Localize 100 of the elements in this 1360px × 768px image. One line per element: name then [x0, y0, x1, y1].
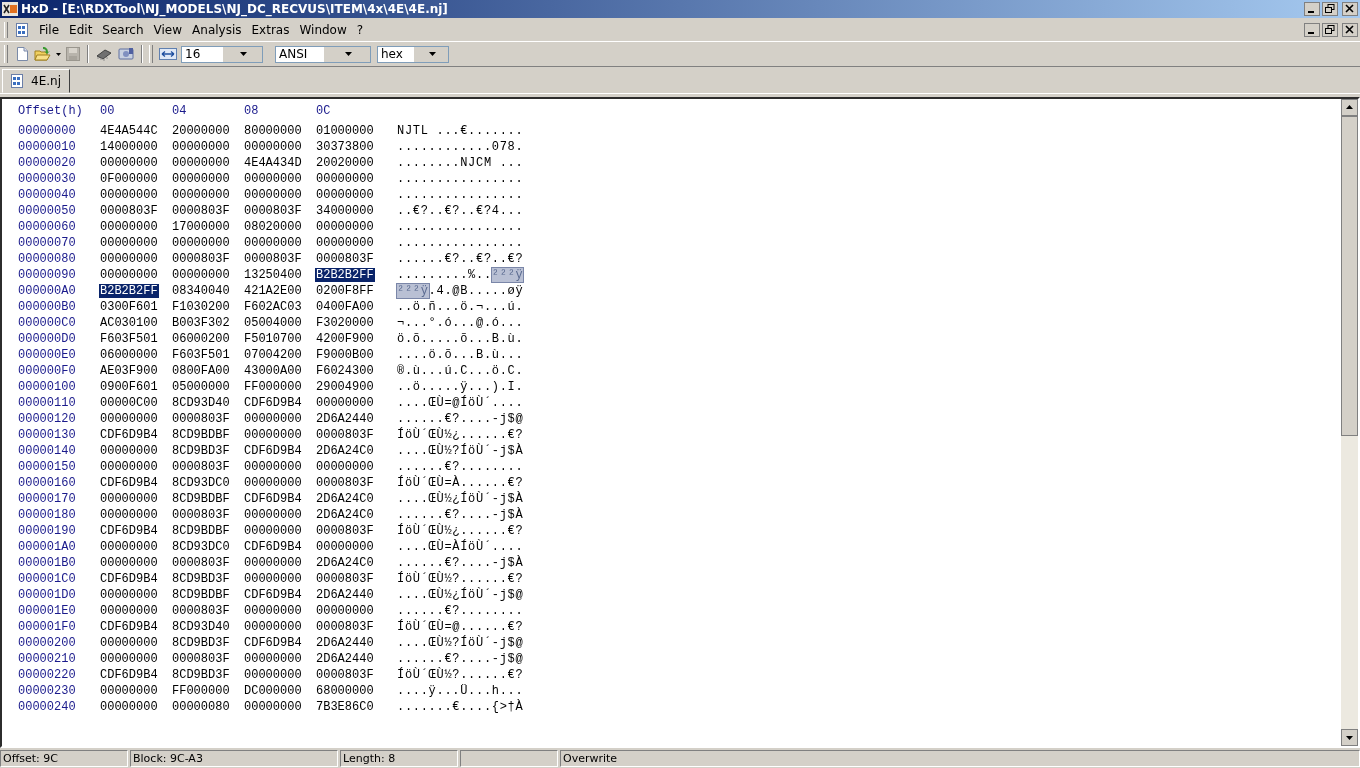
- text-bytes[interactable]: ÍöÙ´ŒÙ½¿......€?: [397, 524, 524, 538]
- hex-bytes[interactable]: CDF6D9B4: [99, 572, 159, 586]
- hex-bytes[interactable]: CDF6D9B4: [99, 428, 159, 442]
- hex-bytes[interactable]: FF000000: [171, 684, 231, 698]
- hex-bytes[interactable]: CDF6D9B4: [243, 588, 303, 602]
- hex-bytes[interactable]: 0000803F: [171, 252, 231, 266]
- hex-bytes[interactable]: 00000000: [99, 556, 159, 570]
- hex-bytes[interactable]: 14000000: [99, 140, 159, 154]
- text-bytes[interactable]: ÍöÙ´ŒÙ½¿......€?: [397, 428, 524, 442]
- text-bytes[interactable]: ÍöÙ´ŒÙ½?......€?: [397, 668, 524, 682]
- scroll-up-icon[interactable]: [1341, 99, 1358, 116]
- hex-bytes[interactable]: 0000803F: [315, 476, 375, 490]
- hex-bytes[interactable]: 8CD93DC0: [171, 476, 231, 490]
- bytes-per-row-dropdown[interactable]: 16: [181, 45, 263, 63]
- menu-item[interactable]: Edit: [64, 21, 98, 39]
- hex-bytes[interactable]: 68000000: [315, 684, 375, 698]
- text-bytes[interactable]: ..ö.....ÿ...).I.: [397, 380, 524, 394]
- disk-drive-icon[interactable]: [117, 46, 135, 62]
- text-bytes[interactable]: ....ŒÙ½¿ÍöÙ´-j$À: [397, 492, 524, 506]
- menu-item[interactable]: View: [148, 21, 188, 39]
- hex-bytes[interactable]: 00000000: [99, 652, 159, 666]
- hex-bytes[interactable]: CDF6D9B4: [99, 668, 159, 682]
- hex-bytes[interactable]: 7B3E86C0: [315, 700, 375, 714]
- hex-bytes[interactable]: 00000000: [171, 140, 231, 154]
- hex-bytes[interactable]: 00000000: [243, 700, 303, 714]
- hex-bytes[interactable]: 0000803F: [171, 460, 231, 474]
- hex-bytes[interactable]: 8CD9BDBF: [171, 524, 231, 538]
- hex-bytes[interactable]: 00000000: [99, 636, 159, 650]
- hex-bytes[interactable]: F3020000: [315, 316, 375, 330]
- text-bytes[interactable]: ....ŒÙ½¿ÍöÙ´-j$@: [397, 588, 524, 602]
- hex-bytes[interactable]: 00000000: [171, 172, 231, 186]
- hex-bytes[interactable]: B003F302: [171, 316, 231, 330]
- hex-bytes[interactable]: 00000000: [99, 588, 159, 602]
- text-bytes[interactable]: ......€?....-j$@: [397, 412, 524, 426]
- text-bytes[interactable]: .4.@B.....øÿ: [428, 284, 524, 298]
- hex-bytes[interactable]: 00000000: [315, 396, 375, 410]
- hex-bytes[interactable]: 29004900: [315, 380, 375, 394]
- hex-bytes[interactable]: B2B2B2FF: [99, 284, 159, 298]
- hex-bytes[interactable]: CDF6D9B4: [243, 636, 303, 650]
- hex-bytes[interactable]: 8CD93D40: [171, 396, 231, 410]
- hex-bytes[interactable]: 00000000: [243, 508, 303, 522]
- hex-bytes[interactable]: 05000000: [171, 380, 231, 394]
- text-bytes[interactable]: ........NJCM ...: [397, 156, 524, 170]
- restore-icon[interactable]: [1322, 23, 1338, 37]
- hex-bytes[interactable]: 4200F900: [315, 332, 375, 346]
- text-bytes[interactable]: ..ö.ñ...ö.¬...ú.: [397, 300, 524, 314]
- hex-bytes[interactable]: 00000000: [243, 188, 303, 202]
- hex-bytes[interactable]: 43000A00: [243, 364, 303, 378]
- hex-bytes[interactable]: 00000000: [243, 620, 303, 634]
- hex-bytes[interactable]: 0000803F: [171, 412, 231, 426]
- hex-bytes[interactable]: 00000000: [99, 188, 159, 202]
- scrollbar-thumb[interactable]: [1341, 116, 1358, 436]
- hex-bytes[interactable]: 00000000: [99, 492, 159, 506]
- text-bytes[interactable]: ............078.: [397, 140, 524, 154]
- text-bytes[interactable]: ................: [397, 236, 524, 250]
- text-bytes[interactable]: ÍöÙ´ŒÙ=@......€?: [397, 620, 524, 634]
- hex-bytes[interactable]: 8CD93DC0: [171, 540, 231, 554]
- hex-bytes[interactable]: 8CD9BD3F: [171, 636, 231, 650]
- hex-bytes[interactable]: 0000803F: [315, 428, 375, 442]
- hex-bytes[interactable]: 0000803F: [315, 572, 375, 586]
- text-bytes[interactable]: ÍöÙ´ŒÙ=À......€?: [397, 476, 524, 490]
- hex-bytes[interactable]: AE03F900: [99, 364, 159, 378]
- hex-bytes[interactable]: 00000000: [171, 156, 231, 170]
- menu-item[interactable]: Extras: [246, 21, 295, 39]
- hex-bytes[interactable]: 00000000: [171, 236, 231, 250]
- hex-bytes[interactable]: F602AC03: [243, 300, 303, 314]
- hex-bytes[interactable]: 0900F601: [99, 380, 159, 394]
- hex-bytes[interactable]: 8CD9BDBF: [171, 588, 231, 602]
- text-bytes[interactable]: ................: [397, 188, 524, 202]
- text-bytes[interactable]: ..€?..€?..€?4...: [397, 204, 524, 218]
- hex-bytes[interactable]: 8CD9BD3F: [171, 572, 231, 586]
- hex-bytes[interactable]: 00000C00: [99, 396, 159, 410]
- hex-bytes[interactable]: 4E4A434D: [243, 156, 303, 170]
- hex-bytes[interactable]: 08340040: [171, 284, 231, 298]
- hex-bytes[interactable]: 00000000: [243, 428, 303, 442]
- text-bytes[interactable]: ®.ù...ú.C...ö.C.: [397, 364, 524, 378]
- file-tab[interactable]: 4E.nj: [2, 69, 70, 93]
- menu-item[interactable]: ?: [351, 21, 369, 39]
- hex-bytes[interactable]: 00000000: [243, 476, 303, 490]
- caret-icon[interactable]: [56, 52, 61, 56]
- hex-bytes[interactable]: F1030200: [171, 300, 231, 314]
- hex-bytes[interactable]: 2D6A24C0: [315, 444, 375, 458]
- hex-bytes[interactable]: 8CD9BD3F: [171, 444, 231, 458]
- hex-bytes[interactable]: 0000803F: [171, 652, 231, 666]
- hex-bytes[interactable]: 00000000: [99, 156, 159, 170]
- hex-bytes[interactable]: 00000000: [243, 236, 303, 250]
- hex-bytes[interactable]: 0000803F: [315, 668, 375, 682]
- text-bytes[interactable]: ......€?....-j$À: [397, 556, 524, 570]
- hex-bytes[interactable]: F6024300: [315, 364, 375, 378]
- hex-bytes[interactable]: 00000000: [99, 700, 159, 714]
- hex-bytes[interactable]: 0000803F: [171, 604, 231, 618]
- charset-dropdown[interactable]: ANSI: [275, 45, 371, 63]
- hex-bytes[interactable]: 00000000: [99, 604, 159, 618]
- hex-bytes[interactable]: 05004000: [243, 316, 303, 330]
- restore-icon[interactable]: [1322, 2, 1338, 16]
- menu-item[interactable]: Search: [97, 21, 149, 39]
- menu-item[interactable]: Window: [294, 21, 352, 39]
- hex-bytes[interactable]: 00000000: [99, 444, 159, 458]
- hex-bytes[interactable]: 00000000: [171, 188, 231, 202]
- hex-bytes[interactable]: 00000000: [171, 268, 231, 282]
